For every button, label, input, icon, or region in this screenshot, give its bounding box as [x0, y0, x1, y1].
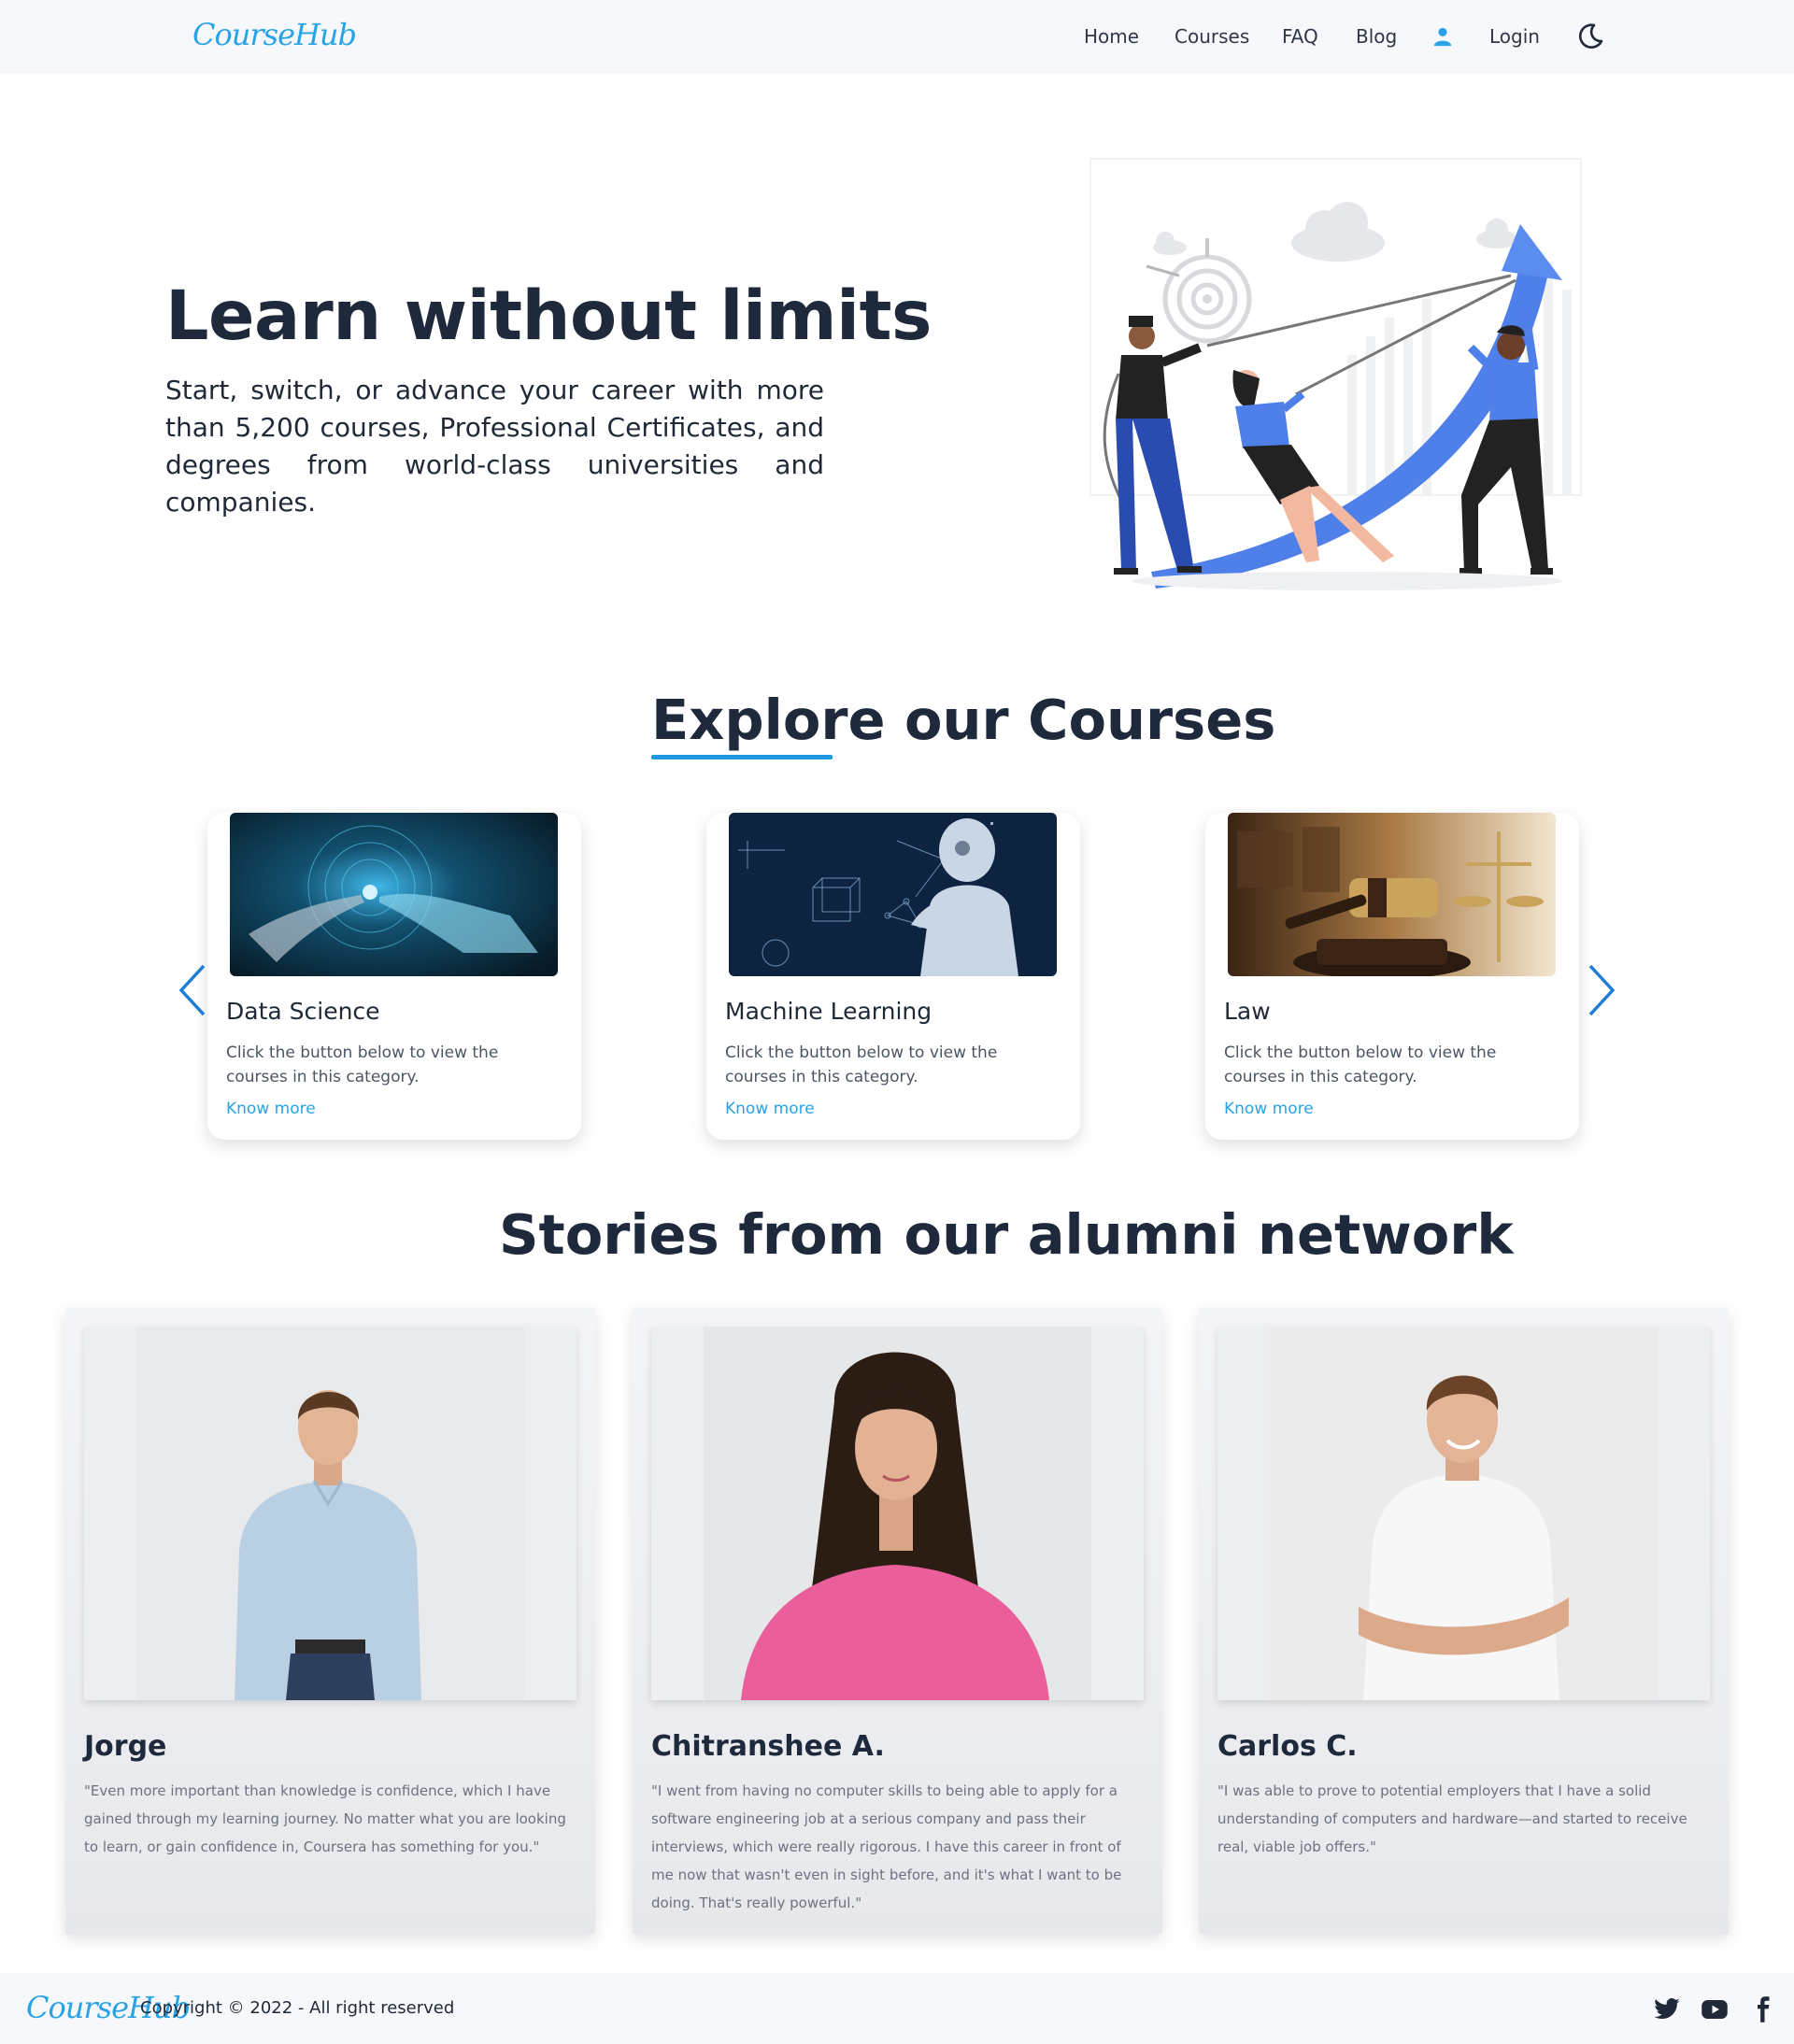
course-title: Machine Learning [725, 998, 933, 1025]
hero-text: Start, switch, or advance your career wi… [165, 375, 824, 518]
logo-text: CourseHub [192, 17, 357, 52]
nav-faq[interactable]: FAQ [1282, 25, 1318, 48]
alumni-name: Jorge [84, 1730, 167, 1763]
alumni-name: Carlos C. [1217, 1730, 1358, 1763]
alumni-photo-frame [651, 1327, 1144, 1700]
alumni-quote: "I was able to prove to potential employ… [1217, 1782, 1687, 1855]
know-more-link[interactable]: Know more [725, 1100, 815, 1118]
facebook-icon[interactable] [1747, 1995, 1777, 2023]
course-image-machine-learning [729, 813, 1057, 976]
course-card-machine-learning[interactable]: Machine Learning Click the button below … [706, 813, 1080, 1140]
moon-icon[interactable] [1576, 22, 1604, 50]
alumni-photo [1270, 1327, 1658, 1700]
alumni-photo [136, 1327, 524, 1700]
alumni-photo [704, 1327, 1091, 1700]
alumni-title: Stories from our alumni network [499, 1202, 1514, 1267]
alumni-quote: "Even more important than knowledge is c… [84, 1782, 566, 1855]
know-more-link[interactable]: Know more [226, 1100, 316, 1118]
courses-title: Explore our Courses [651, 688, 1276, 752]
course-description: Click the button below to view the cours… [226, 1043, 499, 1086]
alumni-card-carlos: Carlos C. "I was able to prove to potent… [1199, 1308, 1729, 1934]
alumni-photo-frame [84, 1327, 577, 1700]
alumni-photo-frame [1217, 1327, 1710, 1700]
course-title: Law [1224, 998, 1271, 1025]
nav-courses[interactable]: Courses [1175, 25, 1249, 48]
alumni-card-jorge: Jorge "Even more important than knowledg… [65, 1308, 595, 1934]
course-card-data-science[interactable]: Data Science Click the button below to v… [207, 813, 581, 1140]
chevron-left-icon[interactable] [176, 962, 209, 1018]
course-card-law[interactable]: Law Click the button below to view the c… [1205, 813, 1579, 1140]
nav-blog[interactable]: Blog [1356, 25, 1397, 48]
course-image-data-science [230, 813, 558, 976]
navbar: CourseHub Home Courses FAQ Blog Login [0, 0, 1794, 74]
course-description: Click the button below to view the cours… [1224, 1043, 1497, 1086]
course-description: Click the button below to view the cours… [725, 1043, 998, 1086]
alumni-name: Chitranshee A. [651, 1730, 885, 1763]
copyright-text: Copyright © 2022 - All right reserved [140, 1998, 455, 2018]
title-underline [651, 755, 833, 759]
hero-illustration [1089, 158, 1582, 590]
hero-title: Learn without limits [165, 277, 932, 356]
logo[interactable]: CourseHub [189, 17, 357, 54]
twitter-icon[interactable] [1652, 1995, 1682, 2023]
nav-login[interactable]: Login [1489, 25, 1540, 48]
user-icon[interactable] [1432, 26, 1453, 47]
alumni-quote: "I went from having no computer skills t… [651, 1782, 1122, 1911]
alumni-card-chitranshee: Chitranshee A. "I went from having no co… [633, 1308, 1162, 1934]
chevron-right-icon[interactable] [1585, 962, 1618, 1018]
course-title: Data Science [226, 998, 380, 1025]
know-more-link[interactable]: Know more [1224, 1100, 1314, 1118]
nav-home[interactable]: Home [1084, 25, 1139, 48]
youtube-icon[interactable] [1700, 1995, 1730, 2023]
course-image-law [1228, 813, 1556, 976]
footer: CourseHub Copyright © 2022 - All right r… [0, 1973, 1794, 2044]
